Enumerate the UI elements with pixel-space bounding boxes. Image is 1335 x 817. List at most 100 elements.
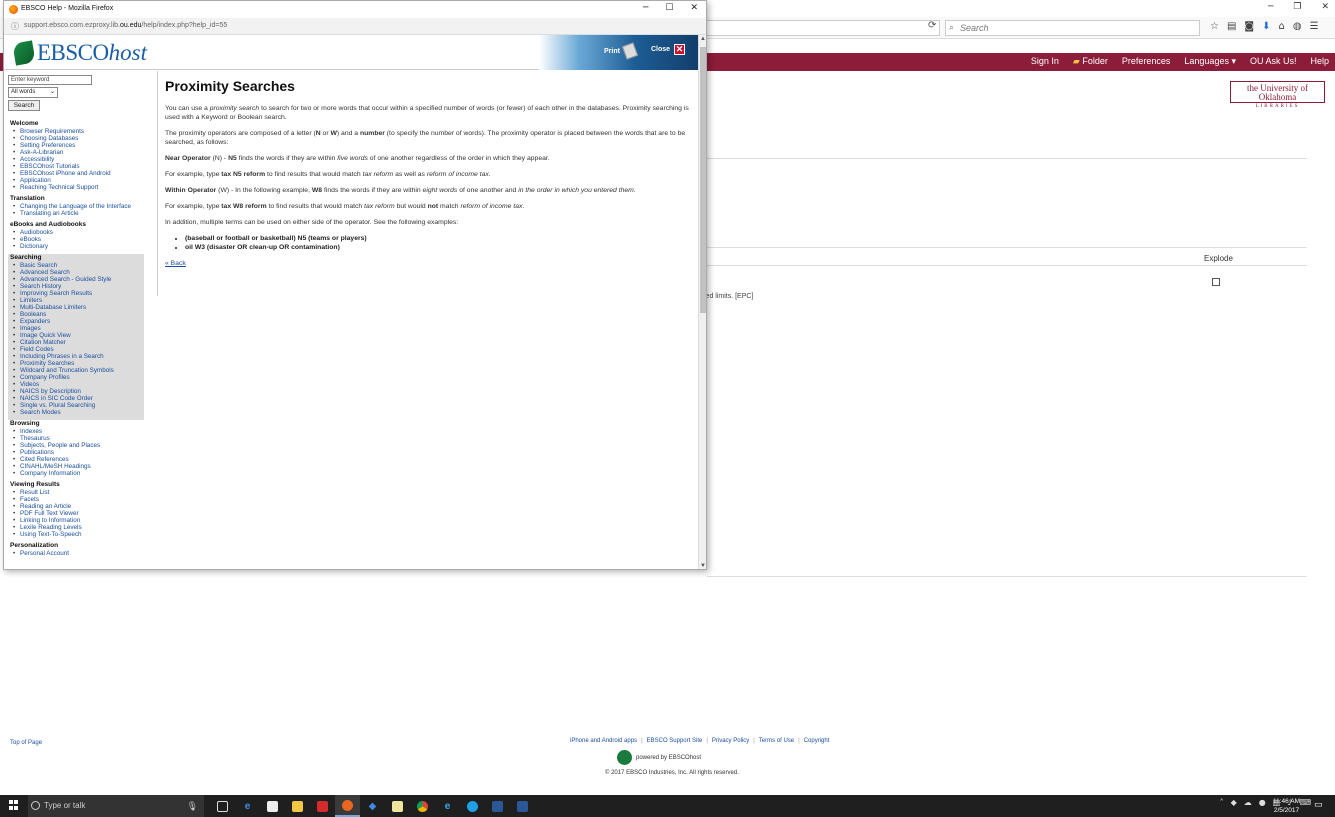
toc-item[interactable]: Citation Matcher [10,339,142,346]
footer-link-apps[interactable]: iPhone and Android apps [570,738,637,744]
scroll-down-icon[interactable]: ▼ [700,563,706,569]
footer-link-support[interactable]: EBSCO Support Site [647,738,703,744]
toc-item[interactable]: Facets [10,496,142,503]
toc-item[interactable]: Audiobooks [10,229,142,236]
firefox-taskbar-icon[interactable] [335,795,360,817]
popup-url-bar[interactable]: ⓘ support.ebsco.com.ezproxy.lib.ou.edu/h… [4,18,706,35]
sidebar-search-button[interactable]: Search [8,100,40,111]
print-button[interactable]: Print [604,42,638,60]
toc-item[interactable]: Setting Preferences [10,142,142,149]
dropbox-tray-icon[interactable]: ◆ [1231,798,1237,807]
taskbar-clock[interactable]: 11:46 AM 2/5/2017 [1273,797,1300,815]
toc-item[interactable]: Reaching Technical Support [10,184,142,191]
toc-item[interactable]: Basic Search [10,262,142,269]
toc-item[interactable]: Limiters [10,297,142,304]
toc-item[interactable]: Multi-Database Limiters [10,304,142,311]
toc-item[interactable]: Subjects, People and Places [10,442,142,449]
scroll-up-icon[interactable]: ▲ [700,36,706,42]
toc-item[interactable]: Wildcard and Truncation Symbols [10,367,142,374]
restore-icon[interactable]: ❐ [1293,2,1301,12]
toc-item[interactable]: Reading an Article [10,503,142,510]
pocket-icon[interactable]: ◙ [1244,21,1254,32]
help-link[interactable]: Help [1310,56,1329,67]
update-icon[interactable]: ● [1259,798,1266,807]
toc-item[interactable]: Company Profiles [10,374,142,381]
menu-icon[interactable]: ☰ [1310,21,1319,32]
close-icon[interactable]: ✕ [690,3,698,13]
tray-up-arrow-icon[interactable]: ˄ [1220,798,1224,807]
word-icon[interactable] [485,795,510,817]
toc-item[interactable]: Dictionary [10,243,142,250]
footer-link-terms[interactable]: Terms of Use [759,738,794,744]
onedrive-icon[interactable]: ☁ [1244,798,1252,807]
word-icon-2[interactable] [510,795,535,817]
toc-item[interactable]: Linking to Information [10,517,142,524]
bookmark-star-icon[interactable]: ☆ [1210,21,1219,32]
toc-item[interactable]: Thesaurus [10,435,142,442]
toc-item[interactable]: Advanced Search - Guided Style [10,276,142,283]
toc-item[interactable]: Improving Search Results [10,290,142,297]
toc-item[interactable]: Videos [10,381,142,388]
toc-item[interactable]: Ask-A-Librarian [10,149,142,156]
toc-item[interactable]: Accessibility [10,156,142,163]
toc-item[interactable]: Result List [10,489,142,496]
toc-item[interactable]: Image Quick View [10,332,142,339]
toc-item[interactable]: Using Text-To-Speech [10,531,142,538]
toc-item[interactable]: Publications [10,449,142,456]
home-icon[interactable]: ⌂ [1279,21,1285,32]
toc-item[interactable]: Images [10,325,142,332]
chrome-icon[interactable] [410,795,435,817]
preferences-link[interactable]: Preferences [1122,56,1171,67]
toc-item[interactable]: Lexile Reading Levels [10,524,142,531]
toc-item[interactable]: Search Modes [10,409,142,416]
info-icon[interactable]: ⓘ [11,21,19,32]
toc-item[interactable]: Changing the Language of the Interface [10,203,142,210]
toc-item[interactable]: Personal Account [10,550,142,557]
dropbox-icon[interactable]: ◆ [360,795,385,817]
footer-link-copyright[interactable]: Copyright [804,738,830,744]
toc-item[interactable]: Company Information [10,470,142,477]
explode-checkbox[interactable] [1212,278,1220,286]
microphone-icon[interactable]: 🎙 [187,795,198,817]
sign-in-link[interactable]: Sign In [1031,56,1059,67]
keyboard-icon[interactable]: ⌨ [1299,798,1311,807]
toc-item[interactable]: Advanced Search [10,269,142,276]
toc-item[interactable]: Application [10,177,142,184]
ie-icon[interactable]: e [435,795,460,817]
notifications-icon[interactable]: ▭ [1314,800,1323,810]
acrobat-icon[interactable] [310,795,335,817]
toc-item[interactable]: Proximity Searches [10,360,142,367]
toc-item[interactable]: PDF Full Text Viewer [10,510,142,517]
top-of-page-link[interactable]: Top of Page [10,740,42,746]
store-icon[interactable] [260,795,285,817]
toc-item[interactable]: Field Codes [10,346,142,353]
toc-item[interactable]: Booleans [10,311,142,318]
back-link[interactable]: « Back [165,260,186,267]
sync-icon[interactable]: ◍ [1293,21,1302,32]
ou-libraries-logo[interactable]: the University of Oklahoma LIBRARIES [1230,81,1325,109]
toc-item[interactable]: Indexes [10,428,142,435]
skype-icon[interactable] [460,795,485,817]
match-select[interactable]: All words ⌄ [8,87,58,98]
minimize-icon[interactable]: ─ [643,3,648,13]
calculator-icon[interactable] [385,795,410,817]
toc-item[interactable]: Cited References [10,456,142,463]
download-icon[interactable]: ⬇ [1262,21,1270,32]
toc-item[interactable]: Search History [10,283,142,290]
ou-ask-us-link[interactable]: OU Ask Us! [1250,56,1297,67]
toc-item[interactable]: EBSCOhost iPhone and Android [10,170,142,177]
toc-item[interactable]: EBSCOhost Tutorials [10,163,142,170]
maximize-icon[interactable]: ☐ [665,3,673,13]
footer-link-privacy[interactable]: Privacy Policy [712,738,749,744]
file-explorer-icon[interactable] [285,795,310,817]
scrollbar-thumb[interactable] [700,47,706,313]
toc-item[interactable]: Browser Requirements [10,128,142,135]
folder-link[interactable]: ▰ Folder [1073,56,1108,67]
toc-item[interactable]: NAICS in SIC Code Order [10,395,142,402]
browser-search-input[interactable]: ⌕ Search [945,20,1200,36]
close-button[interactable]: Close ✕ [651,44,686,55]
toc-item[interactable]: NAICS by Description [10,388,142,395]
reading-list-icon[interactable]: ▤ [1227,21,1236,32]
toc-item[interactable]: Single vs. Plural Searching [10,402,142,409]
toc-item[interactable]: Including Phrases in a Search [10,353,142,360]
